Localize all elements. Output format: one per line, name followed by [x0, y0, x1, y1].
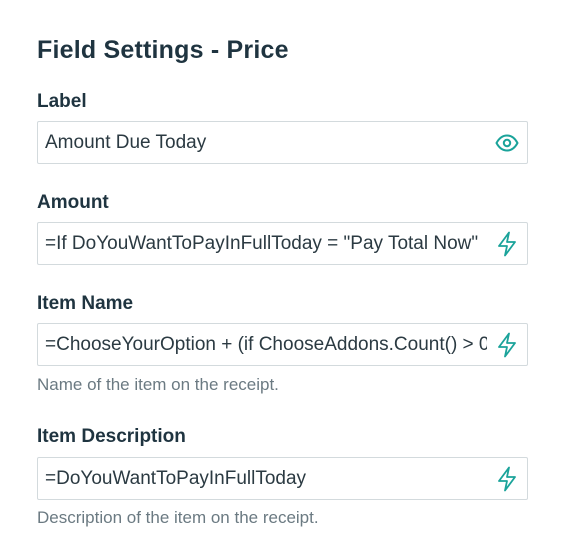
amount-field-label: Amount — [37, 192, 109, 213]
item-description-input[interactable]: =DoYouWantToPayInFullToday — [37, 457, 528, 500]
item-description-field-label: Item Description — [37, 426, 186, 447]
item-description-help-text: Description of the item on the receipt. — [37, 508, 319, 527]
amount-input[interactable]: =If DoYouWantToPayInFullToday = "Pay Tot… — [37, 222, 528, 265]
label-input[interactable]: Amount Due Today — [37, 121, 528, 164]
item-name-input-value[interactable]: =ChooseYourOption + (if ChooseAddons.Cou… — [38, 324, 487, 365]
item-name-input[interactable]: =ChooseYourOption + (if ChooseAddons.Cou… — [37, 323, 528, 366]
lightning-icon[interactable] — [487, 458, 527, 499]
eye-icon[interactable] — [487, 122, 527, 163]
item-description-input-value[interactable]: =DoYouWantToPayInFullToday — [38, 458, 487, 499]
label-input-value[interactable]: Amount Due Today — [38, 122, 487, 163]
amount-input-value[interactable]: =If DoYouWantToPayInFullToday = "Pay Tot… — [38, 223, 487, 264]
lightning-icon[interactable] — [487, 223, 527, 264]
item-name-help-text: Name of the item on the receipt. — [37, 375, 279, 394]
lightning-icon[interactable] — [487, 324, 527, 365]
page-title: Field Settings - Price — [37, 36, 289, 64]
label-field-label: Label — [37, 91, 87, 112]
item-name-field-label: Item Name — [37, 293, 134, 314]
